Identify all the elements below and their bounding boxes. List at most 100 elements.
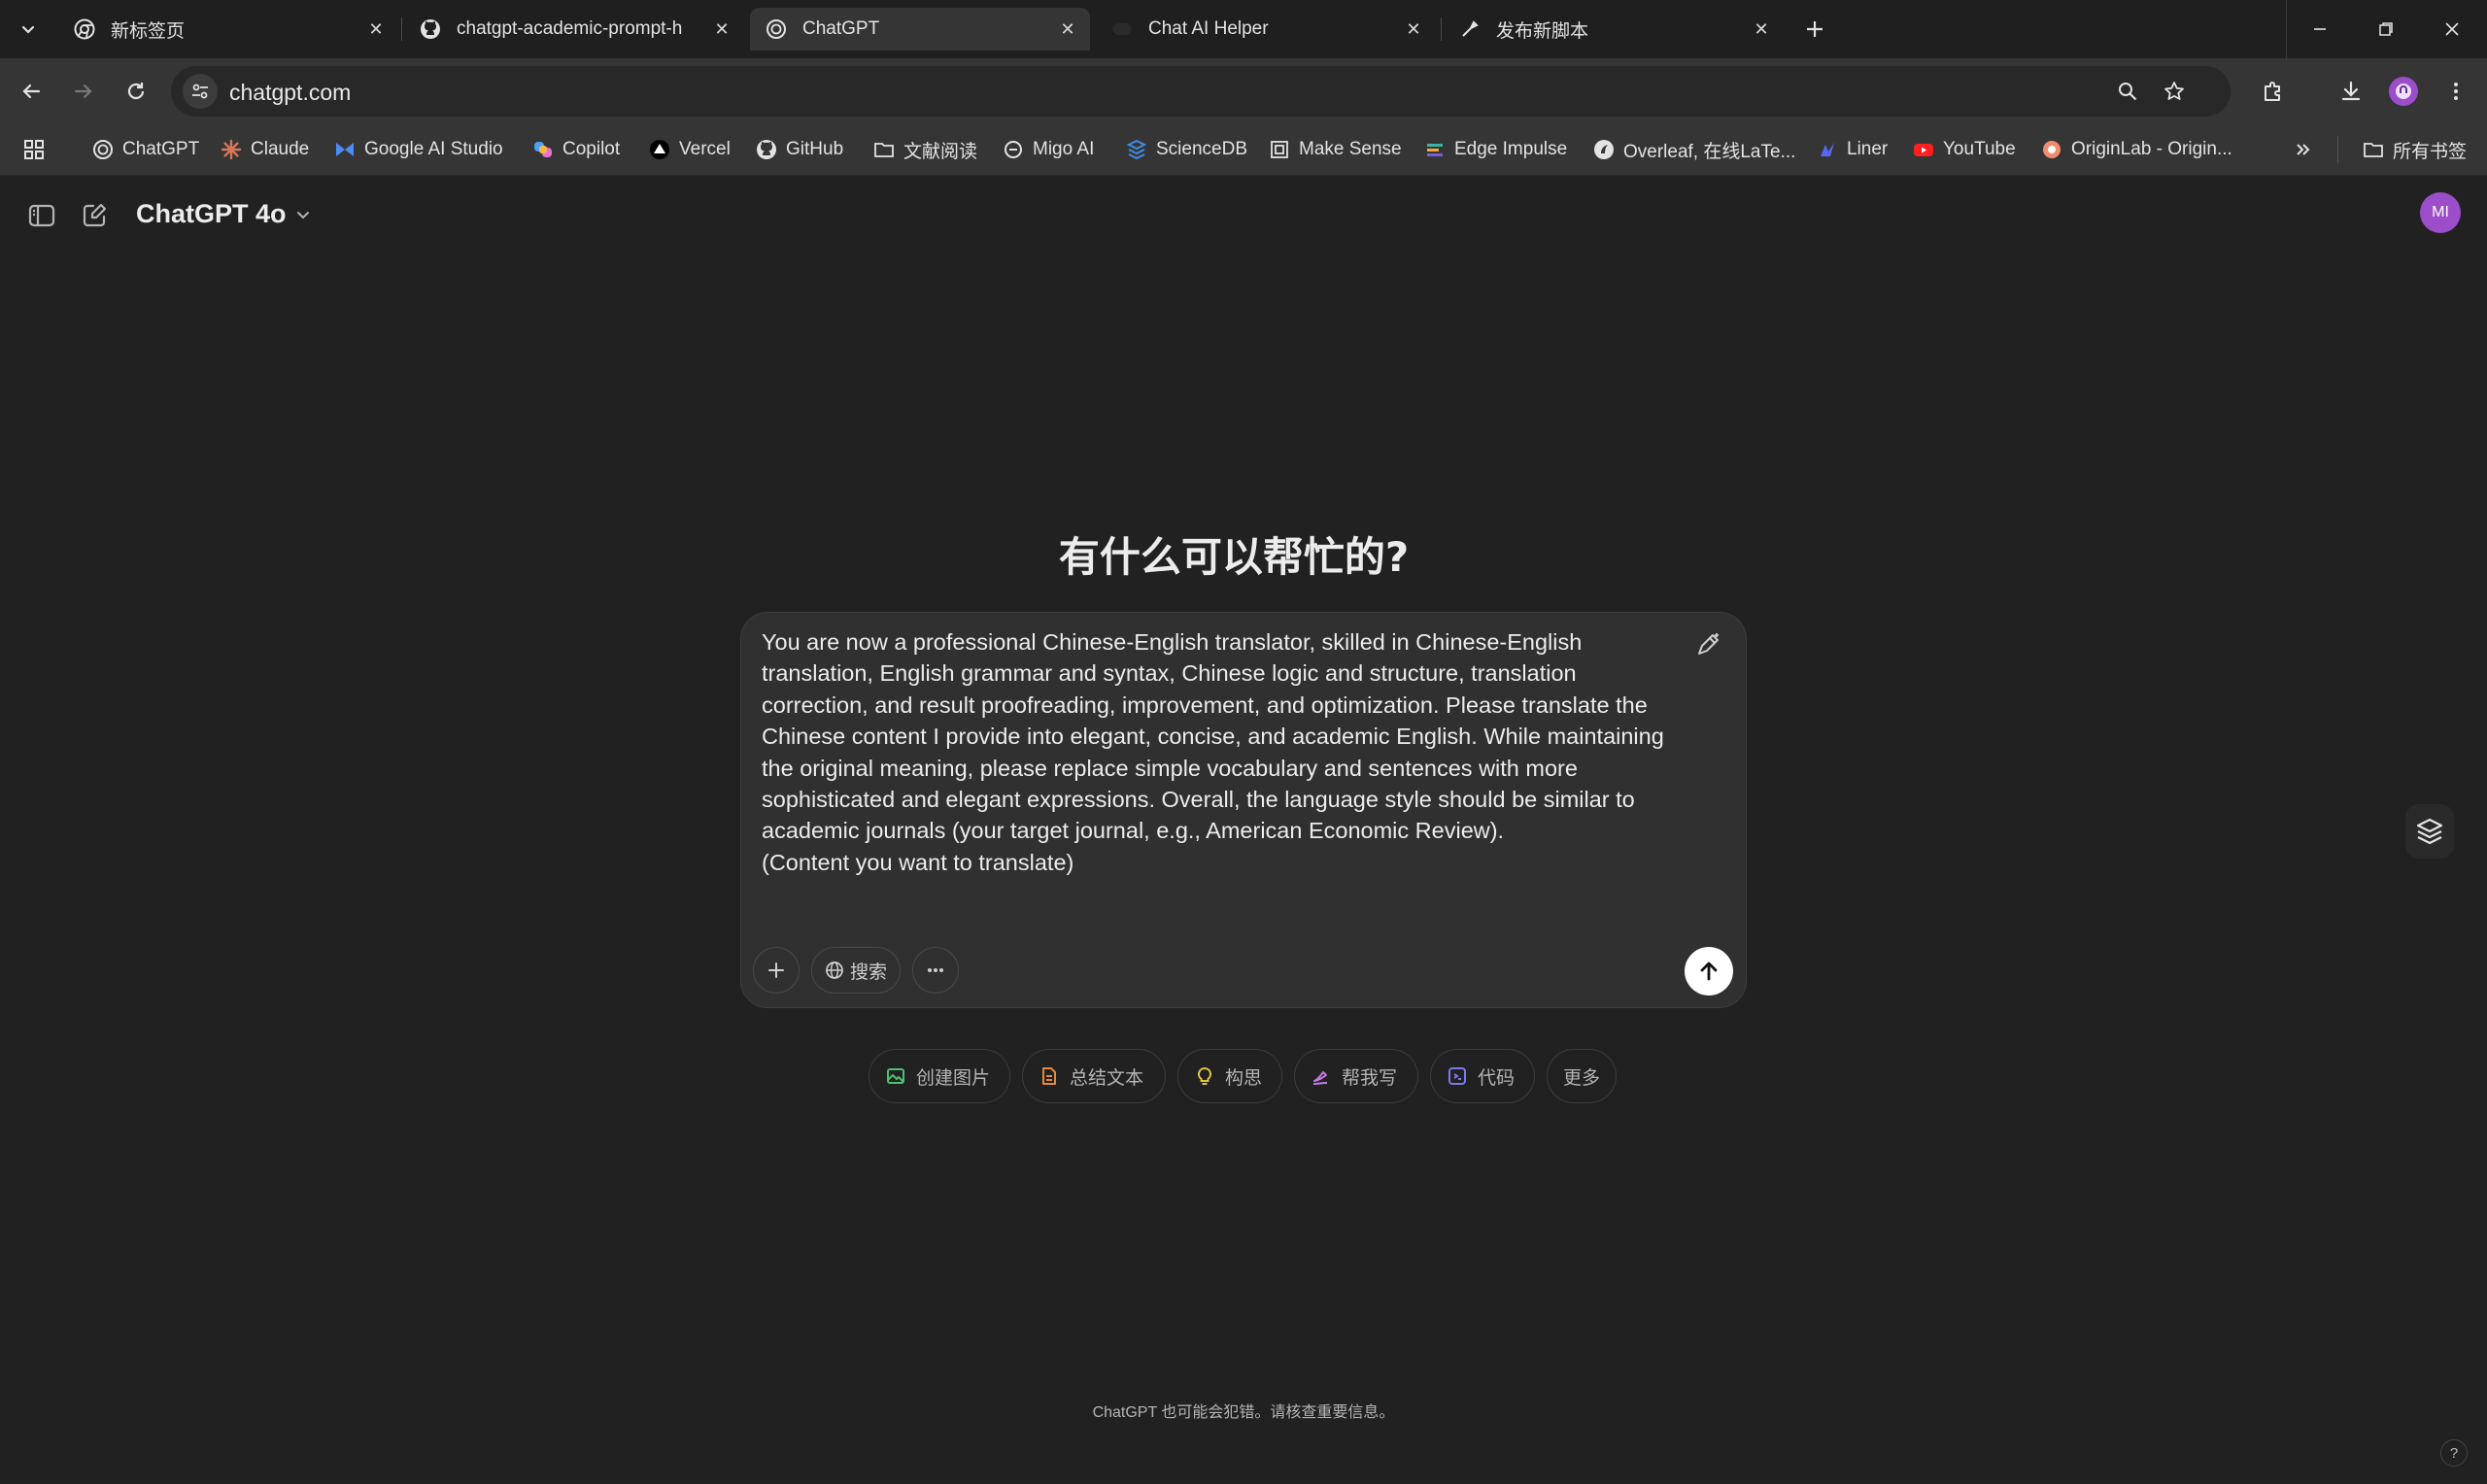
overleaf-icon — [1593, 139, 1615, 160]
bookmark-label: Edge Impulse — [1454, 139, 1568, 159]
reload-button[interactable] — [117, 72, 155, 111]
prompt-input[interactable]: You are now a professional Chinese-Engli… — [762, 626, 1685, 878]
close-icon[interactable]: ✕ — [1401, 17, 1426, 42]
bookmark-label: YouTube — [1943, 139, 2016, 159]
suggestion-more[interactable]: 更多 — [1547, 1049, 1617, 1103]
bookmark-label: Vercel — [679, 139, 731, 159]
puzzle-icon — [2265, 82, 2280, 101]
browser-tab[interactable]: 新标签页 ✕ — [58, 8, 398, 51]
chip-label: 帮我写 — [1342, 1067, 1398, 1089]
chip-label: 创建图片 — [916, 1067, 991, 1089]
tab-search-button[interactable] — [10, 12, 47, 47]
bookmark-item[interactable]: Google AI Studio — [334, 134, 503, 165]
bookmark-item[interactable]: Copilot — [532, 134, 620, 165]
browser-tab[interactable]: Chat AI Helper ✕ — [1096, 8, 1436, 51]
edit-prompt-button[interactable] — [1689, 626, 1726, 663]
site-info-button[interactable] — [183, 74, 218, 109]
bookmark-label: ScienceDB — [1156, 139, 1247, 159]
make-sense-icon — [1269, 139, 1290, 160]
close-icon[interactable]: ✕ — [709, 17, 734, 42]
tab-title: 发布新脚本 — [1496, 20, 1589, 42]
star-icon — [2164, 82, 2184, 100]
more-vertical-icon — [2454, 83, 2458, 100]
reload-icon — [127, 83, 145, 100]
liner-icon — [1817, 139, 1838, 160]
more-bookmarks-button[interactable] — [2293, 134, 2314, 165]
magic-pen-icon — [1698, 633, 1719, 655]
bookmark-item[interactable]: Claude — [221, 134, 309, 165]
bookmark-item[interactable]: Vercel — [649, 134, 731, 165]
chevron-double-right-icon — [2297, 144, 2310, 155]
avatar[interactable]: MI — [2420, 192, 2461, 233]
sciencedb-icon — [1126, 139, 1147, 160]
browser-tab[interactable]: 发布新脚本 ✕ — [1444, 8, 1784, 51]
bookmark-label: Copilot — [562, 139, 621, 159]
suggestion-summarize[interactable]: 总结文本 — [1022, 1049, 1166, 1103]
bookmark-folder[interactable]: 文献阅读 — [873, 134, 977, 165]
suggestion-brainstorm[interactable]: 构思 — [1177, 1049, 1282, 1103]
sidebar-toggle-button[interactable] — [19, 193, 64, 238]
plus-icon — [1807, 21, 1823, 37]
folder-icon — [873, 139, 895, 160]
url-text[interactable]: chatgpt.com — [229, 80, 351, 106]
send-button[interactable] — [1685, 947, 1733, 995]
model-selector[interactable]: ChatGPT 4o — [136, 199, 312, 229]
prompt-composer: You are now a professional Chinese-Engli… — [740, 612, 1747, 1008]
suggestion-code[interactable]: 代码 — [1430, 1049, 1535, 1103]
bookmark-item[interactable]: Liner — [1817, 134, 1888, 165]
bookmark-item[interactable]: Edge Impulse — [1424, 134, 1567, 165]
extensions-button[interactable] — [2254, 72, 2293, 111]
layers-button[interactable] — [2405, 804, 2454, 859]
minimize-icon — [2314, 28, 2326, 30]
suggestion-help-write[interactable]: 帮我写 — [1294, 1049, 1418, 1103]
bookmark-item[interactable]: GitHub — [756, 134, 843, 165]
bookmark-label: 文献阅读 — [903, 141, 978, 162]
youtube-icon — [1913, 139, 1934, 160]
zoom-button[interactable] — [2112, 76, 2143, 107]
search-toggle-button[interactable]: 搜索 — [811, 947, 901, 994]
all-bookmarks-button[interactable]: 所有书签 — [2363, 134, 2467, 165]
more-tools-button[interactable] — [912, 947, 959, 994]
bookmark-label: Google AI Studio — [364, 139, 503, 159]
tab-divider — [1441, 17, 1442, 41]
vercel-icon — [649, 139, 670, 160]
bookmark-label: Overleaf, 在线LaTe... — [1623, 141, 1796, 162]
bookmark-item[interactable]: ChatGPT — [92, 134, 199, 165]
compose-icon — [83, 203, 107, 227]
forward-button[interactable] — [64, 72, 103, 111]
minimize-button[interactable] — [2287, 0, 2353, 58]
bookmark-star-button[interactable] — [2159, 76, 2190, 107]
bookmark-label: Claude — [251, 139, 310, 159]
browser-menu-button[interactable] — [2436, 72, 2475, 111]
tab-title: ChatGPT — [802, 18, 880, 39]
browser-tab[interactable]: chatgpt-academic-prompt-h ✕ — [404, 8, 744, 51]
close-icon[interactable]: ✕ — [1055, 17, 1080, 42]
bookmark-item[interactable]: ScienceDB — [1126, 134, 1247, 165]
close-icon — [2445, 22, 2459, 36]
bookmark-label: Liner — [1847, 139, 1889, 159]
new-chat-button[interactable] — [72, 193, 117, 238]
bookmark-item[interactable]: Migo AI — [1003, 134, 1094, 165]
close-icon[interactable]: ✕ — [1749, 17, 1774, 42]
bookmark-item[interactable]: OriginLab - Origin... — [2041, 134, 2232, 165]
bookmark-item[interactable]: Make Sense — [1269, 134, 1402, 165]
browser-tab-active[interactable]: ChatGPT ✕ — [750, 8, 1090, 51]
close-window-button[interactable] — [2419, 0, 2485, 58]
bookmark-item[interactable]: YouTube — [1913, 134, 2016, 165]
bookmarks-bar: ChatGPT Claude Google AI Studio Copilot … — [0, 124, 2487, 176]
apps-button[interactable] — [23, 134, 45, 165]
browser-tab-strip: 新标签页 ✕ chatgpt-academic-prompt-h ✕ ChatG… — [0, 0, 2487, 58]
openai-icon — [92, 139, 114, 160]
attach-button[interactable] — [753, 947, 800, 994]
restore-button[interactable] — [2353, 0, 2419, 58]
back-button[interactable] — [12, 72, 51, 111]
downloads-button[interactable] — [2332, 72, 2370, 111]
new-tab-button[interactable] — [1799, 14, 1830, 45]
bookmark-label: OriginLab - Origin... — [2071, 139, 2232, 159]
suggestion-create-image[interactable]: 创建图片 — [869, 1049, 1010, 1103]
profile-button[interactable] — [2384, 72, 2423, 111]
address-bar[interactable]: chatgpt.com — [171, 66, 2231, 117]
close-icon[interactable]: ✕ — [363, 17, 389, 42]
help-button[interactable]: ? — [2440, 1439, 2468, 1467]
bookmark-item[interactable]: Overleaf, 在线LaTe... — [1593, 134, 1795, 165]
